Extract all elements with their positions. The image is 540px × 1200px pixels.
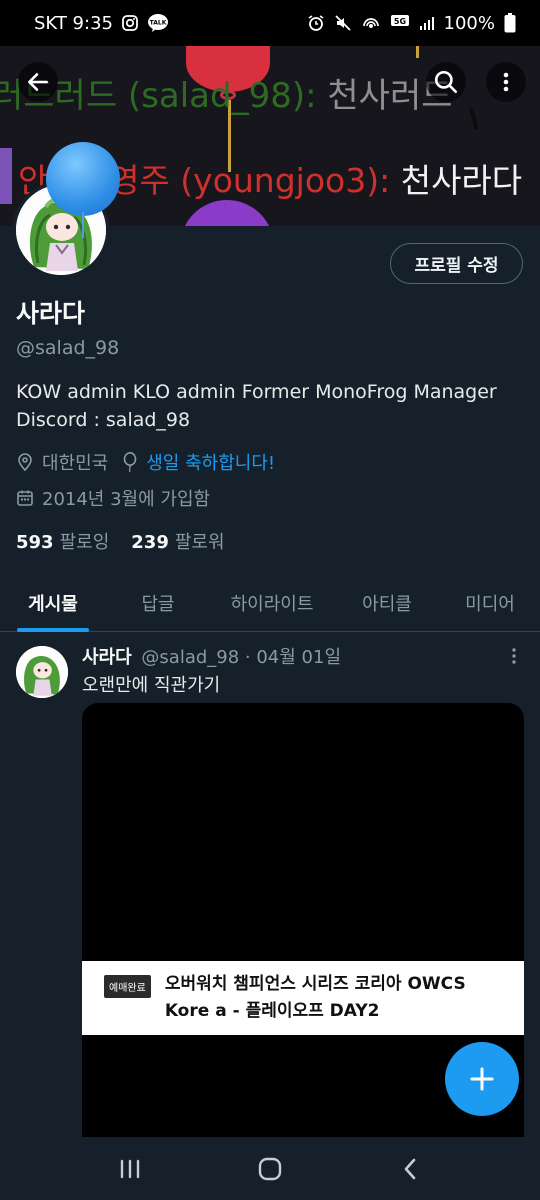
chevron-left-icon bbox=[404, 1158, 416, 1179]
following-label: 팔로잉 bbox=[59, 532, 110, 553]
tab-replies[interactable]: 답글 bbox=[106, 574, 210, 632]
ticket-badge: 예매완료 bbox=[104, 975, 151, 998]
calendar-icon bbox=[17, 490, 33, 506]
banner-chat-line-1: 러드러드 (salad_98): 천사러드 bbox=[0, 68, 453, 117]
birthday-text[interactable]: 생일 축하합니다! bbox=[146, 449, 275, 475]
follow-stats: 593 팔로잉 239 팔로워 bbox=[16, 528, 225, 554]
instagram-icon bbox=[121, 14, 139, 32]
followers-link[interactable]: 239 팔로워 bbox=[131, 528, 224, 554]
following-link[interactable]: 593 팔로잉 bbox=[16, 528, 109, 554]
profile-display-name: 사라다 bbox=[16, 299, 86, 328]
post-header: 사라다 @salad_98 · 04월 01일 bbox=[82, 643, 341, 669]
home-icon bbox=[258, 1157, 282, 1180]
purple-balloon bbox=[180, 200, 274, 226]
nav-back-button[interactable] bbox=[390, 1149, 430, 1189]
ticket-card: 예매완료 오버워치 챔피언스 시리즈 코리아 OWCS Kore a - 플레이… bbox=[82, 961, 524, 1035]
balloon-icon bbox=[123, 452, 137, 472]
followers-count: 239 bbox=[131, 532, 169, 553]
balloon-string bbox=[416, 46, 419, 58]
talk-badge-text: TALK bbox=[150, 20, 167, 27]
plus-icon bbox=[470, 1067, 494, 1091]
status-bar: SKT 9:35 TALK 5G 100% bbox=[0, 0, 540, 46]
balloon-string bbox=[82, 212, 84, 238]
profile-bio: KOW admin KLO admin Former MonoFrog Mana… bbox=[16, 378, 526, 434]
signal-icon bbox=[419, 15, 435, 31]
more-vertical-icon bbox=[512, 648, 516, 664]
system-nav-bar bbox=[0, 1137, 540, 1200]
network-badge-text: 5G bbox=[393, 17, 405, 26]
battery-percent: 100% bbox=[443, 12, 495, 34]
tab-posts[interactable]: 게시물 bbox=[0, 574, 106, 632]
banner-mark bbox=[469, 107, 479, 131]
profile-location: 대한민국 bbox=[16, 449, 108, 475]
banner-chat-msg-2: 천사라다 bbox=[400, 161, 523, 200]
search-icon bbox=[434, 70, 458, 94]
banner-side-tab bbox=[0, 148, 12, 204]
search-button[interactable] bbox=[426, 62, 466, 102]
alarm-icon bbox=[307, 14, 325, 32]
edit-profile-button[interactable]: 프로필 수정 bbox=[390, 243, 523, 284]
post-author-name[interactable]: 사라다 bbox=[82, 647, 132, 668]
compose-button[interactable] bbox=[445, 1042, 519, 1116]
post-author-avatar[interactable] bbox=[16, 646, 68, 698]
recent-apps-icon bbox=[120, 1159, 140, 1178]
battery-icon bbox=[504, 13, 516, 33]
more-options-button[interactable] bbox=[486, 62, 526, 102]
tab-highlights[interactable]: 하이라이트 bbox=[210, 574, 334, 632]
recent-apps-button[interactable] bbox=[110, 1149, 150, 1189]
joined-text: 2014년 3월에 가입함 bbox=[42, 489, 211, 510]
followers-label: 팔로워 bbox=[174, 532, 225, 553]
location-text: 대한민국 bbox=[42, 453, 109, 474]
hotspot-icon bbox=[361, 14, 381, 32]
more-vertical-icon bbox=[503, 72, 509, 92]
tab-media[interactable]: 미디어 bbox=[440, 574, 540, 632]
ticket-title: 오버워치 챔피언스 시리즈 코리아 OWCS Kore a - 플레이오프 DA… bbox=[164, 974, 466, 1021]
post-more-button[interactable] bbox=[504, 646, 524, 666]
profile-meta-row: 대한민국 생일 축하합니다! bbox=[16, 449, 289, 475]
profile-joined: 2014년 3월에 가입함 bbox=[16, 485, 210, 511]
bio-line: Discord : salad_98 bbox=[16, 409, 191, 431]
profile-birthday[interactable]: 생일 축하합니다! bbox=[122, 449, 275, 475]
profile-joined-row: 2014년 3월에 가입함 bbox=[16, 485, 224, 511]
following-count: 593 bbox=[16, 532, 54, 553]
status-time: SKT 9:35 bbox=[34, 12, 113, 34]
home-button[interactable] bbox=[250, 1149, 290, 1189]
kakaotalk-icon: TALK bbox=[147, 13, 169, 33]
bio-line: KOW admin KLO admin Former MonoFrog Mana… bbox=[16, 381, 497, 403]
blue-balloon-decoration bbox=[46, 142, 120, 216]
profile-tabs: 게시물 답글 하이라이트 아티클 미디어 bbox=[0, 574, 540, 632]
location-pin-icon bbox=[18, 453, 32, 472]
arrow-left-icon bbox=[28, 73, 48, 91]
tab-articles[interactable]: 아티클 bbox=[334, 574, 440, 632]
mute-icon bbox=[334, 14, 352, 32]
back-button[interactable] bbox=[18, 62, 58, 102]
profile-handle: @salad_98 bbox=[16, 337, 120, 359]
post-meta: @salad_98 · 04월 01일 bbox=[141, 647, 342, 668]
network-5g-icon: 5G bbox=[390, 14, 410, 32]
post-text: 오랜만에 직관가기 bbox=[82, 675, 221, 696]
